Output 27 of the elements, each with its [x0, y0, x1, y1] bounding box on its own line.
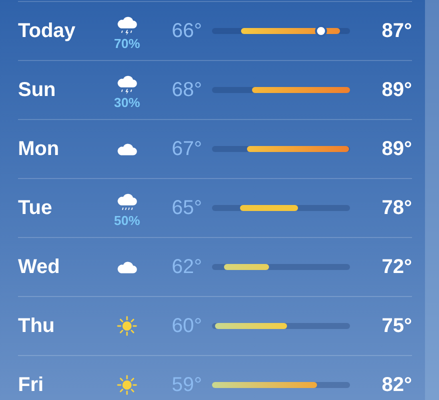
day-label: Wed — [18, 255, 61, 280]
day-label: Sun — [18, 78, 57, 103]
high-temperature: 78° — [380, 196, 412, 221]
high-temperature: 82° — [380, 373, 412, 398]
temperature-range-bar — [224, 264, 269, 270]
sun-icon — [116, 315, 138, 337]
day-label: Fri — [18, 373, 45, 398]
temperature-range-bar — [240, 205, 298, 211]
low-temperature: 65° — [170, 196, 203, 221]
high-temperature: 89° — [380, 137, 412, 162]
low-temperature: 68° — [170, 78, 203, 103]
temperature-range-bar — [214, 323, 286, 329]
high-temperature: 75° — [380, 314, 412, 339]
high-temperature: 89° — [380, 78, 412, 103]
low-temperature: 66° — [170, 19, 203, 44]
day-label: Tue — [18, 196, 54, 221]
low-temperature: 62° — [170, 255, 203, 280]
day-label: Thu — [18, 314, 56, 339]
precipitation-chance: 70% — [114, 36, 140, 50]
precipitation-chance: 50% — [114, 214, 140, 226]
day-label: Today — [18, 19, 76, 44]
low-temperature: 67° — [170, 137, 203, 162]
high-temperature: 72° — [380, 255, 412, 280]
high-temperature: 87° — [380, 19, 412, 44]
day-label: Mon — [18, 137, 60, 162]
precipitation-chance: 30% — [114, 96, 140, 108]
sun-icon — [116, 374, 138, 396]
